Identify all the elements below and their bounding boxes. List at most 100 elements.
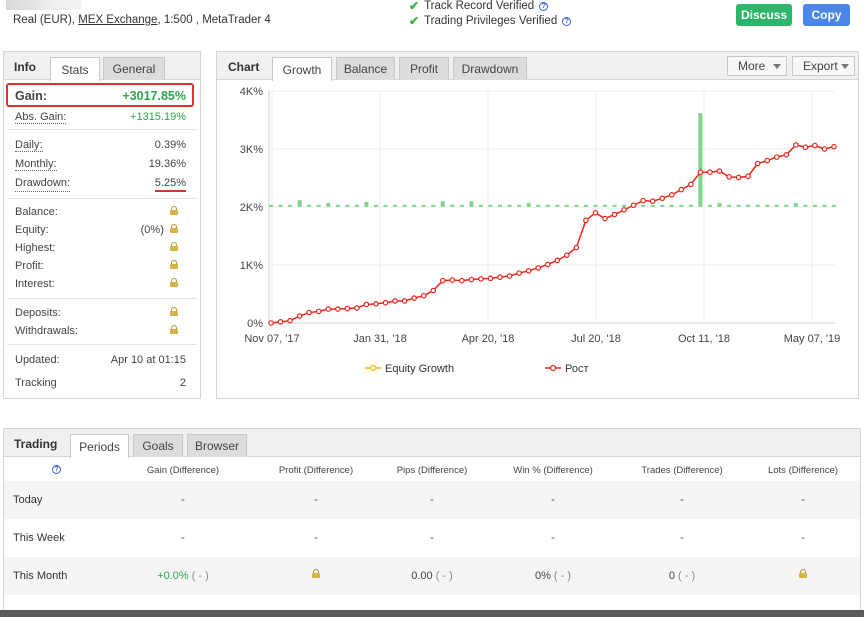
bar-mark (297, 200, 302, 207)
data-point (478, 276, 484, 282)
bar-mark (564, 204, 569, 207)
tab-growth[interactable]: Growth (272, 57, 332, 81)
copy-button[interactable]: Copy (803, 4, 850, 26)
bar-mark (526, 203, 531, 207)
drawdown-label: Drawdown: (15, 177, 71, 192)
drawdown-row: Drawdown: 5.25% (15, 177, 186, 192)
data-point (812, 142, 818, 149)
cell-pips: 0.00 ( - ) (411, 570, 453, 582)
pips-value: 0.00 (411, 570, 433, 582)
divider (7, 344, 197, 345)
data-point (754, 160, 761, 167)
chart-legend[interactable]: Equity Growth Рост (365, 363, 589, 375)
highest-label: Highest: (15, 242, 56, 254)
bar-mark (784, 204, 789, 207)
data-point (707, 169, 713, 176)
bar-mark (412, 204, 417, 207)
cell-pips: - (430, 494, 434, 506)
tab-periods[interactable]: Periods (70, 434, 129, 458)
row-label: This Month (13, 570, 68, 582)
account-type: Real (EUR), (13, 14, 75, 26)
data-point (745, 173, 751, 180)
data-point (735, 174, 742, 181)
tab-profit[interactable]: Profit (399, 57, 449, 80)
data-point (334, 306, 341, 312)
data-point (573, 244, 580, 251)
bar-mark (536, 204, 541, 207)
lock-icon (799, 569, 807, 578)
bar-mark (450, 204, 455, 207)
avatar (6, 0, 82, 10)
data-point (821, 146, 828, 152)
bar-mark (402, 204, 407, 207)
data-point (344, 305, 351, 312)
tab-info[interactable]: Info (14, 60, 36, 74)
chart-tabbar: Chart Growth Balance Profit Drawdown Mor… (217, 52, 858, 81)
more-dropdown[interactable]: More (727, 56, 787, 76)
cell-trades: - (680, 532, 684, 544)
row-label: Today (13, 494, 43, 506)
data-point (296, 313, 303, 319)
lock-icon (170, 242, 178, 251)
bar-mark (583, 204, 588, 207)
bar-mark (602, 204, 607, 207)
data-point (640, 197, 646, 204)
withdrawals-row: Withdrawals: (15, 325, 178, 337)
data-point (411, 295, 417, 301)
tab-drawdown[interactable]: Drawdown (453, 57, 527, 80)
bar-mark (354, 204, 359, 207)
help-icon[interactable]: ? (562, 16, 572, 26)
x-tick-label: Jan 31, '18 (353, 333, 406, 345)
bar-mark (421, 204, 426, 207)
bar-mark (288, 204, 293, 207)
data-point (544, 261, 551, 268)
bar-mark (307, 204, 312, 207)
data-point (401, 298, 408, 304)
tracking-value: 2 (179, 377, 186, 389)
data-point (678, 186, 685, 193)
tab-stats[interactable]: Stats (50, 57, 100, 81)
equity-value: (0%) (140, 224, 164, 236)
gain-value: +0.0% (157, 570, 189, 582)
data-point (688, 181, 694, 188)
tab-general[interactable]: General (103, 57, 165, 80)
legend-swatch-marker (369, 364, 377, 372)
broker-link[interactable]: MEX Exchange (78, 14, 157, 26)
cell-win: - (551, 494, 555, 506)
verified-label: Trading Privileges Verified (424, 15, 558, 27)
data-point (802, 144, 809, 151)
col-profit: Profit (Difference) (278, 465, 354, 476)
tab-goals[interactable]: Goals (133, 434, 183, 457)
help-icon[interactable]: ? (52, 465, 61, 474)
chevron-down-icon (841, 64, 849, 69)
bar-mark (641, 204, 646, 207)
legend-label: Equity Growth (385, 363, 454, 375)
daily-label: Daily: (15, 139, 43, 152)
track-record-verified: ✔ Track Record Verified ? (409, 0, 549, 13)
cell-profit: - (314, 532, 318, 544)
data-point (554, 257, 561, 264)
cell-gain: - (181, 532, 185, 544)
tab-balance[interactable]: Balance (336, 57, 395, 80)
bar-mark (440, 201, 445, 207)
interest-label: Interest: (15, 278, 55, 290)
data-point (783, 152, 790, 158)
page: Real (EUR), MEX Exchange, 1:500 , MetaTr… (0, 0, 864, 617)
balance-label: Balance: (15, 206, 58, 218)
discuss-button[interactable]: Discuss (736, 4, 792, 26)
y-tick-label: 4K% (240, 86, 263, 98)
data-point (325, 306, 332, 312)
data-point (564, 252, 570, 258)
data-point (373, 301, 379, 307)
tab-browser[interactable]: Browser (187, 434, 247, 457)
y-tick-label: 2K% (240, 202, 263, 214)
help-icon[interactable]: ? (539, 1, 549, 11)
updated-label: Updated: (15, 354, 60, 366)
bar-mark (612, 204, 617, 207)
data-point (583, 217, 589, 224)
export-dropdown[interactable]: Export (792, 56, 855, 76)
trades-diff: ( - ) (678, 570, 696, 582)
data-point (287, 317, 293, 324)
data-point (668, 192, 675, 198)
balance-row: Balance: (15, 206, 178, 218)
